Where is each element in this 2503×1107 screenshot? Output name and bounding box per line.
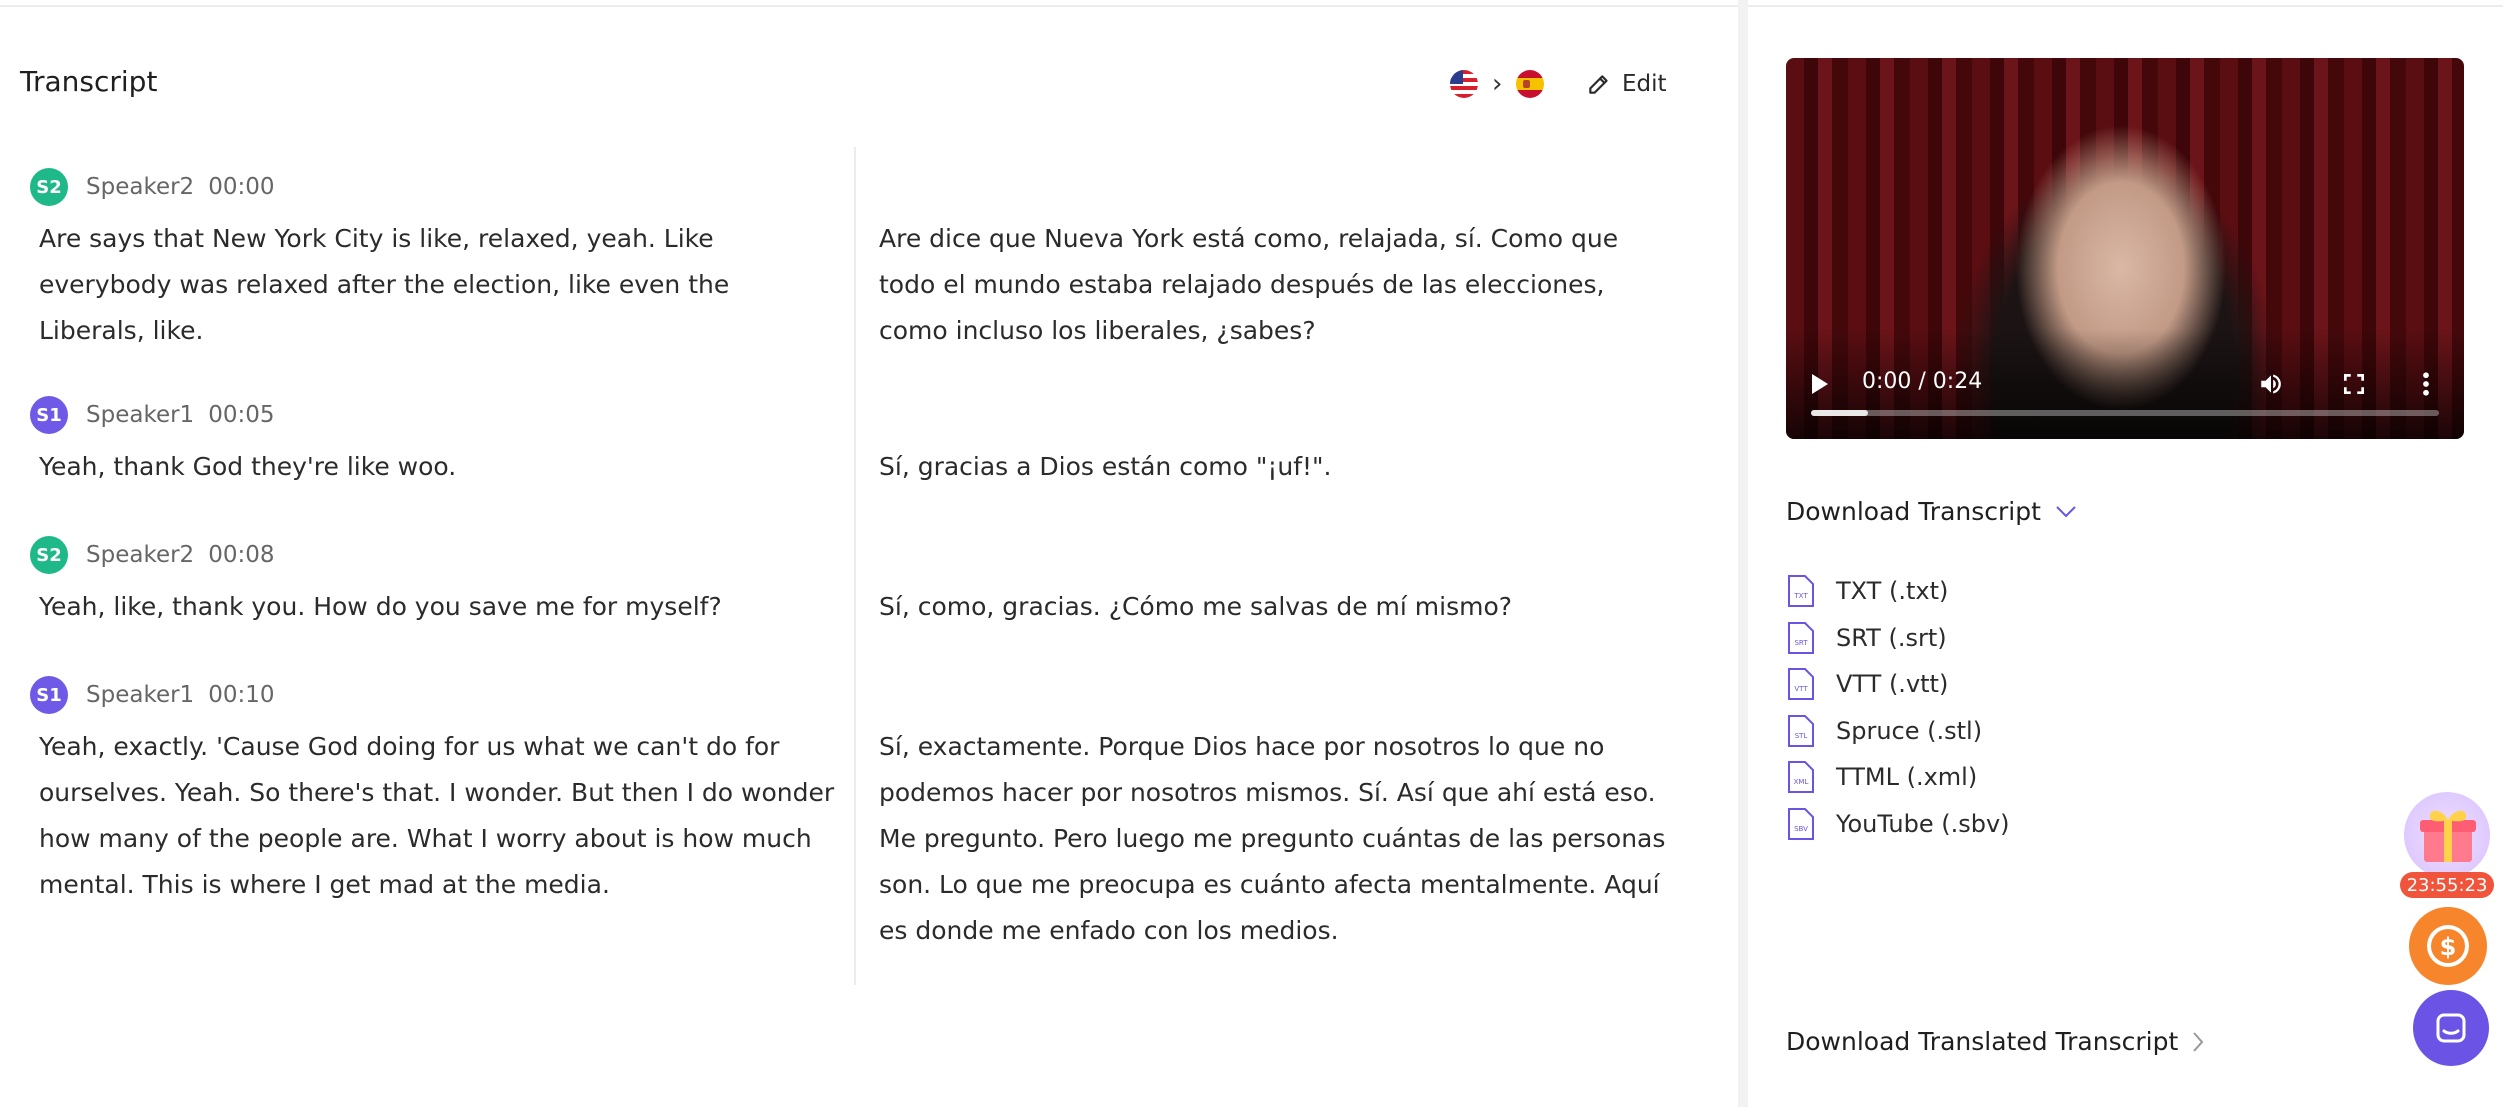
gift-icon (2420, 810, 2476, 862)
translated-text[interactable]: Are dice que Nueva York está como, relaj… (879, 216, 1679, 354)
download-translated-label: Download Translated Transcript (1786, 1027, 2179, 1056)
speaker-name: Speaker1 (86, 682, 195, 708)
download-format-txt[interactable]: TXT TXT (.txt) (1786, 574, 1948, 608)
video-progress-bar[interactable] (1811, 410, 2439, 416)
file-icon: XML (1788, 761, 1814, 793)
timestamp[interactable]: 00:10 (208, 682, 274, 708)
download-format-label: VTT (.vtt) (1836, 670, 1949, 698)
download-translated-transcript[interactable]: Download Translated Transcript (1786, 1027, 2204, 1056)
file-tag: STL (1795, 732, 1808, 740)
speaker-avatar: S2 (30, 168, 68, 206)
us-flag-icon (1450, 70, 1478, 98)
file-icon: VTT (1788, 668, 1814, 700)
file-tag: XML (1794, 778, 1809, 786)
volume-icon[interactable] (2256, 371, 2286, 397)
original-text[interactable]: Yeah, thank God they're like woo. (39, 444, 839, 490)
original-text[interactable]: Yeah, like, thank you. How do you save m… (39, 584, 839, 630)
download-format-label: TXT (.txt) (1836, 577, 1949, 605)
download-format-sbv[interactable]: SBV YouTube (.sbv) (1786, 807, 2010, 841)
transcript-entry: S2 Speaker2 00:08 Yeah, like, thank you.… (30, 535, 1680, 621)
file-tag: SBV (1794, 825, 1808, 833)
svg-text:$: $ (2440, 933, 2457, 961)
download-format-label: TTML (.xml) (1836, 763, 1978, 791)
download-format-stl[interactable]: STL Spruce (.stl) (1786, 714, 1982, 748)
chat-icon (2436, 1013, 2466, 1043)
timestamp[interactable]: 00:08 (208, 542, 274, 568)
speaker-name: Speaker2 (86, 174, 195, 200)
timestamp[interactable]: 00:00 (208, 174, 274, 200)
download-format-label: SRT (.srt) (1836, 624, 1947, 652)
download-transcript-dropdown[interactable]: Download Transcript (1786, 497, 2077, 526)
more-options-icon[interactable] (2419, 369, 2433, 399)
pricing-button[interactable]: $ (2409, 907, 2487, 985)
speaker-name: Speaker2 (86, 542, 195, 568)
chat-support-button[interactable] (2413, 990, 2489, 1066)
timestamp[interactable]: 00:05 (208, 402, 274, 428)
download-format-label: YouTube (.sbv) (1836, 810, 2010, 838)
video-player[interactable]: 0:00 / 0:24 (1786, 58, 2464, 439)
chevron-down-icon (2056, 505, 2076, 517)
spain-flag-icon (1516, 70, 1545, 98)
download-transcript-label: Download Transcript (1786, 497, 2041, 526)
original-text[interactable]: Yeah, exactly. 'Cause God doing for us w… (39, 724, 839, 908)
play-icon[interactable] (1812, 374, 1828, 394)
file-icon: STL (1788, 715, 1814, 747)
transcript-entry: S1 Speaker1 00:05 Yeah, thank God they'r… (30, 395, 1680, 481)
speaker-name: Speaker1 (86, 402, 195, 428)
file-tag: TXT (1793, 592, 1808, 600)
file-icon: TXT (1788, 575, 1814, 607)
dollar-coin-icon: $ (2427, 925, 2469, 967)
download-format-vtt[interactable]: VTT VTT (.vtt) (1786, 667, 1948, 701)
language-pair[interactable]: › (1450, 69, 1545, 99)
page-title: Transcript (20, 65, 158, 98)
file-icon: SRT (1788, 622, 1814, 654)
side-panel: 0:00 / 0:24 Download Transcript TXT TXT (… (1748, 7, 2503, 1107)
promo-gift-widget[interactable]: 23:55:23 (2400, 792, 2494, 900)
download-format-label: Spruce (.stl) (1836, 717, 1983, 745)
panel-divider (1738, 0, 1748, 1107)
speaker-avatar: S1 (30, 396, 68, 434)
transcript-entry: S1 Speaker1 00:10 Yeah, exactly. 'Cause … (30, 675, 1680, 945)
video-controls: 0:00 / 0:24 (1786, 363, 2464, 403)
translated-text[interactable]: Sí, exactamente. Porque Dios hace por no… (879, 724, 1679, 954)
original-text[interactable]: Are says that New York City is like, rel… (39, 216, 839, 354)
edit-label: Edit (1622, 71, 1667, 97)
fullscreen-icon[interactable] (2341, 371, 2367, 397)
file-icon: SBV (1788, 808, 1814, 840)
chevron-right-icon (2193, 1031, 2204, 1052)
chevron-right-icon: › (1492, 69, 1503, 99)
edit-button[interactable]: Edit (1586, 71, 1667, 97)
pencil-icon (1589, 75, 1608, 94)
file-tag: VTT (1794, 685, 1808, 693)
speaker-avatar: S2 (30, 536, 68, 574)
translated-text[interactable]: Sí, gracias a Dios están como "¡uf!". (879, 444, 1679, 490)
promo-timer: 23:55:23 (2400, 872, 2494, 898)
translated-text[interactable]: Sí, como, gracias. ¿Cómo me salvas de mí… (879, 584, 1679, 630)
transcript-panel: Transcript › Edit S2 Speaker2 00:00 Are … (0, 7, 1738, 1107)
download-format-srt[interactable]: SRT SRT (.srt) (1786, 621, 1947, 655)
file-tag: SRT (1794, 639, 1808, 647)
download-format-xml[interactable]: XML TTML (.xml) (1786, 760, 1977, 794)
transcript-entry: S2 Speaker2 00:00 Are says that New York… (30, 167, 1680, 345)
top-border (0, 0, 2503, 7)
video-progress-fill (1811, 410, 1868, 416)
speaker-avatar: S1 (30, 676, 68, 714)
video-time: 0:00 / 0:24 (1862, 369, 1983, 394)
